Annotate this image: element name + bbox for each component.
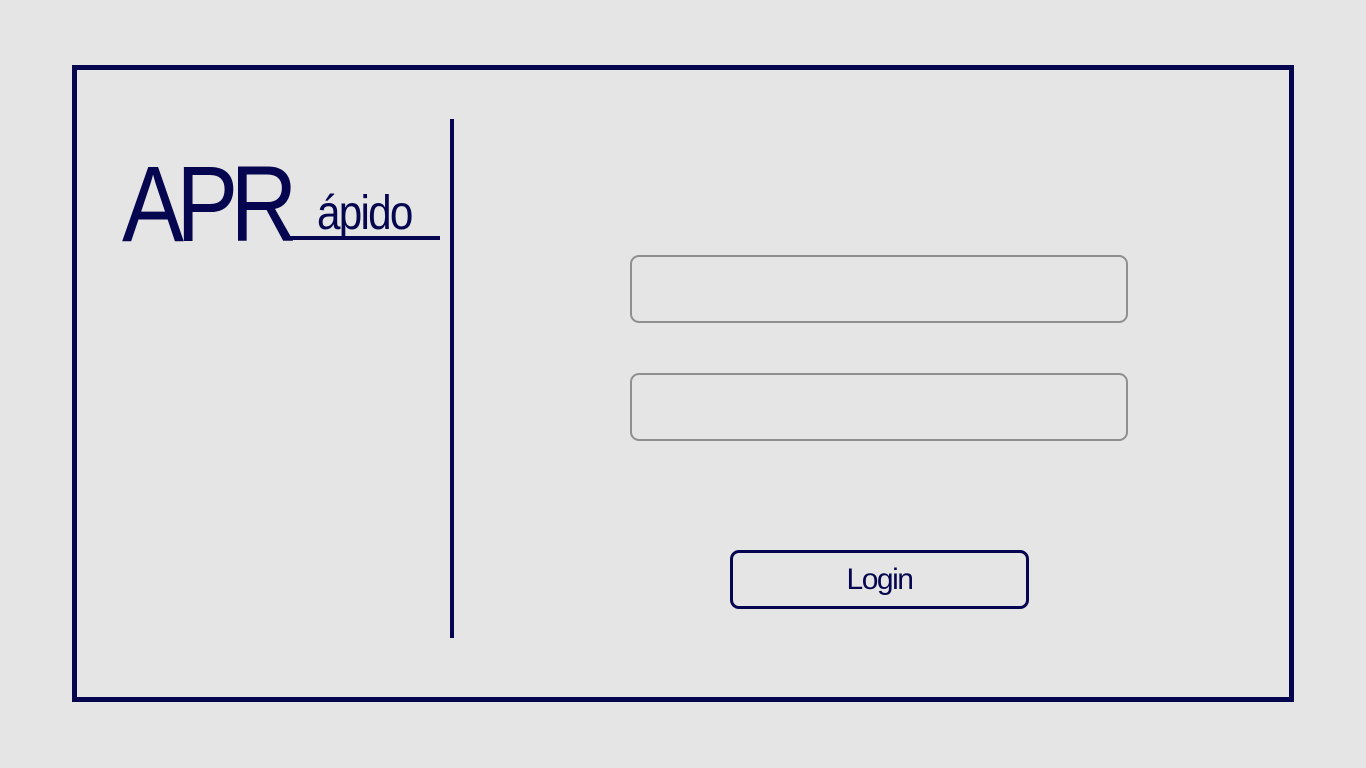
logo-secondary-text: ápido bbox=[317, 187, 413, 240]
vertical-divider bbox=[450, 119, 454, 638]
app-logo: APR ápido bbox=[120, 150, 442, 258]
login-button[interactable]: Login bbox=[730, 550, 1029, 609]
logo-primary-text: APR bbox=[122, 143, 298, 264]
username-field[interactable] bbox=[630, 255, 1128, 323]
logo-underline bbox=[284, 236, 440, 240]
password-field[interactable] bbox=[630, 373, 1128, 441]
